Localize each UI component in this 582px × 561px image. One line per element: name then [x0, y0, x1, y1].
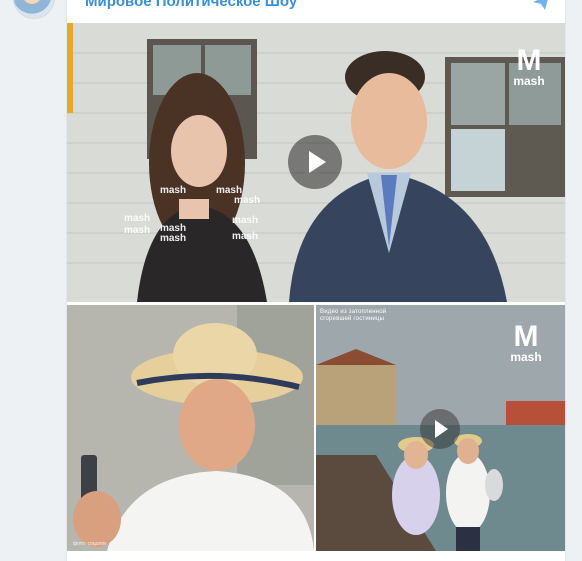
watermark-5: mash: [123, 213, 151, 224]
channel-name-link[interactable]: Мировое Политическое Шоу: [85, 0, 297, 10]
share-icon[interactable]: [531, 0, 551, 12]
channel-avatar[interactable]: [14, 0, 54, 18]
mash-logo-text: mash: [510, 350, 542, 364]
watermark-4: mash: [231, 215, 259, 226]
mash-logo-mark: M: [513, 320, 539, 353]
mash-logo-mark: M: [516, 44, 542, 77]
video-overlay-caption: Видео из затопленной сгоревшей гостиницы: [320, 309, 387, 322]
watermark-1: mash: [159, 185, 187, 196]
channel-post: Мировое Политическое Шоу M mash mash mas…: [66, 0, 566, 561]
video-tile-interview[interactable]: M mash mash mash mash mash mash mash mas…: [67, 23, 565, 302]
man-in-hat-photo: [67, 305, 314, 551]
watermark-6: mash: [123, 225, 151, 236]
mash-logo-small: M mash: [506, 320, 546, 364]
photo-tile-man-hat[interactable]: фото: соцсети: [67, 305, 314, 551]
watermark-9: mash: [159, 233, 187, 244]
play-icon[interactable]: [420, 409, 460, 449]
mash-logo-text: mash: [513, 74, 545, 88]
watermark-8: mash: [231, 231, 259, 242]
video-tile-pier[interactable]: Видео из затопленной сгоревшей гостиницы…: [316, 305, 565, 551]
media-album: M mash mash mash mash mash mash mash mas…: [67, 23, 565, 551]
watermark-3: mash: [233, 195, 261, 206]
post-header: Мировое Политическое Шоу: [67, 0, 565, 22]
play-icon[interactable]: [288, 135, 342, 189]
photo-credit: фото: соцсети: [73, 541, 106, 547]
mash-logo: M mash: [509, 44, 549, 88]
